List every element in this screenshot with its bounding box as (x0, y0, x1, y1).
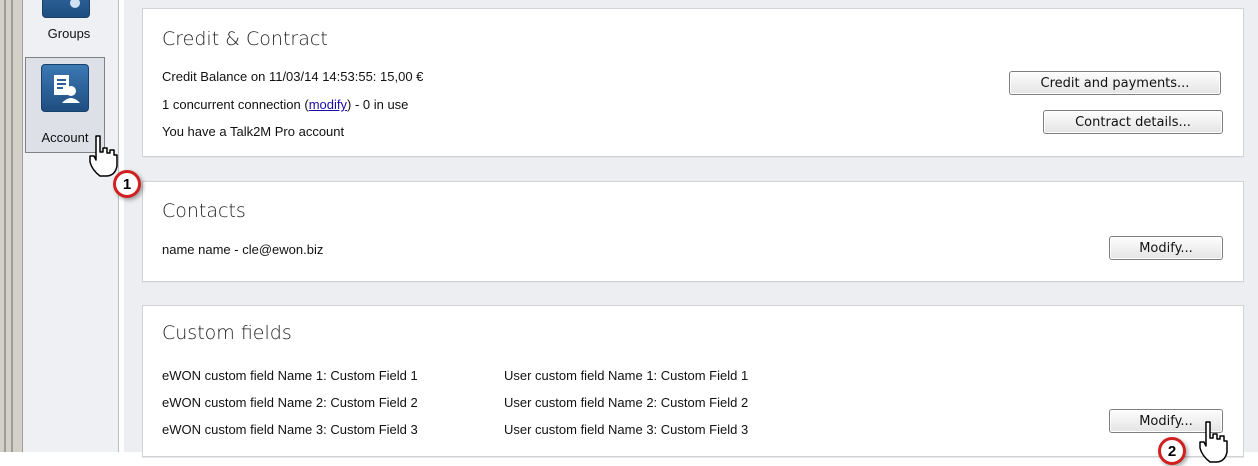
custom-fields-panel: Custom fields eWON custom field Name 1: … (142, 305, 1244, 457)
credit-payments-button[interactable]: Credit and payments... (1009, 71, 1221, 95)
hand-cursor-icon (89, 135, 118, 177)
contact-line: name name - cle@ewon.biz (162, 242, 324, 257)
credit-contract-panel: Credit & Contract Credit Balance on 11/0… (142, 8, 1244, 157)
concurrent-connections-text: 1 concurrent connection (modify) - 0 in … (162, 97, 408, 112)
user-custom-field-1: User custom field Name 1: Custom Field 1 (504, 368, 749, 383)
account-icon (41, 64, 89, 112)
user-custom-field-3: User custom field Name 3: Custom Field 3 (504, 422, 749, 437)
sidebar-item-label: Groups (47, 26, 91, 41)
step-2-badge: 2 (1158, 437, 1186, 465)
ewon-custom-field-3: eWON custom field Name 3: Custom Field 3 (162, 422, 418, 437)
sidebar-item-groups[interactable]: Groups (26, 0, 112, 62)
contract-details-button[interactable]: Contract details... (1043, 110, 1223, 134)
account-type-text: You have a Talk2M Pro account (162, 124, 345, 139)
frame-line (11, 0, 13, 452)
modify-connections-link[interactable]: modify (309, 97, 347, 112)
hand-cursor-icon (1199, 421, 1228, 463)
frame-line (4, 0, 6, 452)
sidebar: Groups Account (23, 0, 119, 452)
user-custom-field-2: User custom field Name 2: Custom Field 2 (504, 395, 749, 410)
ewon-custom-field-2: eWON custom field Name 2: Custom Field 2 (162, 395, 418, 410)
groups-icon (42, 0, 90, 18)
window-frame (0, 0, 23, 452)
ewon-custom-field-1: eWON custom field Name 1: Custom Field 1 (162, 368, 418, 383)
panel-title: Custom fields (162, 322, 292, 344)
credit-balance-text: Credit Balance on 11/03/14 14:53:55: 15,… (162, 69, 424, 84)
contacts-modify-button[interactable]: Modify... (1109, 236, 1223, 260)
panel-title: Contacts (162, 200, 246, 222)
panel-title: Credit & Contract (162, 28, 328, 50)
connections-prefix: 1 concurrent connection ( (162, 97, 309, 112)
contacts-panel: Contacts name name - cle@ewon.biz Modify… (142, 181, 1244, 282)
connections-suffix: ) - 0 in use (347, 97, 409, 112)
